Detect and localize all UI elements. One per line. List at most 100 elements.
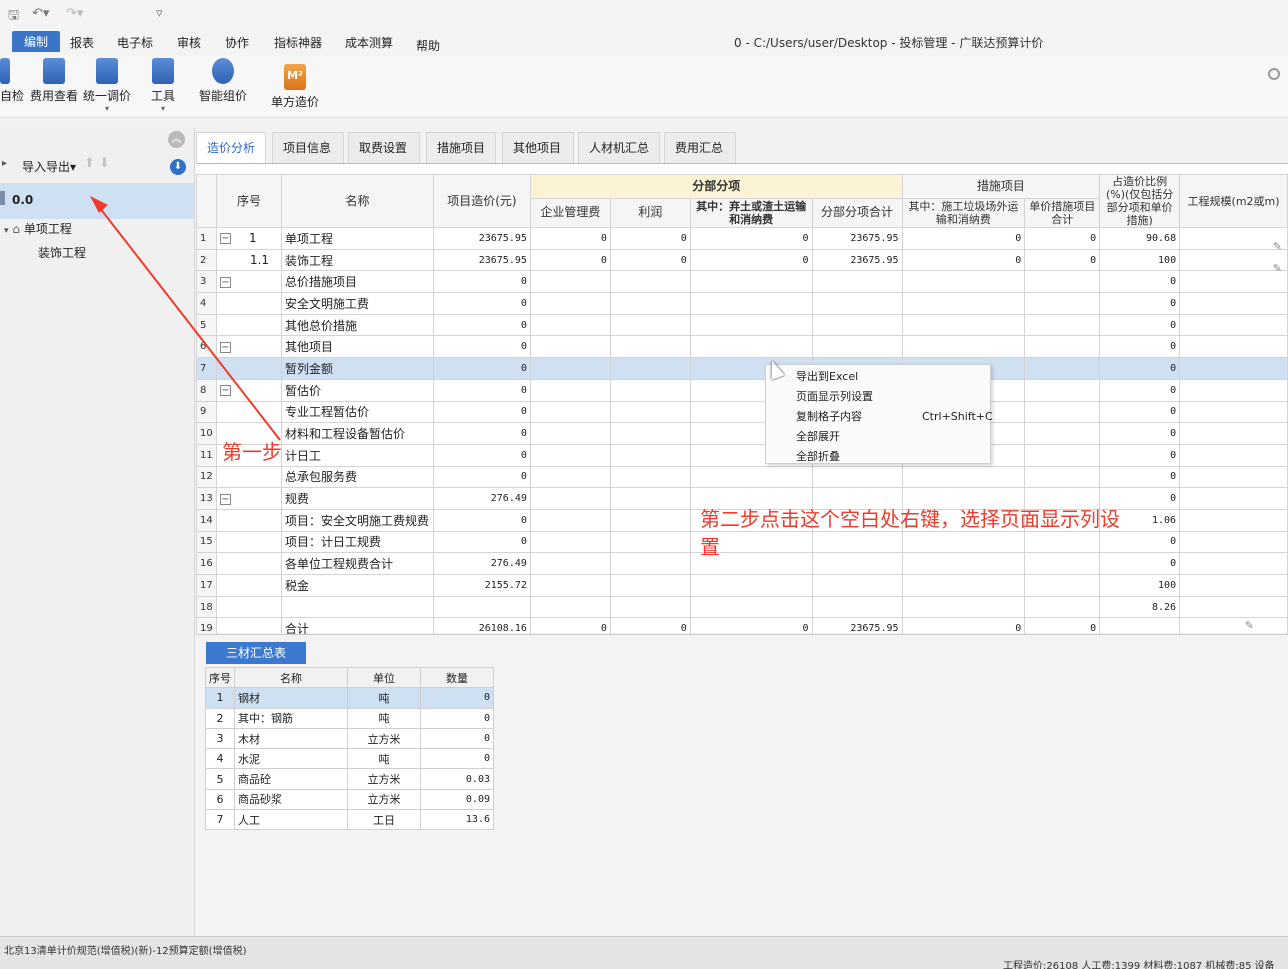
- cell-cost[interactable]: 276.49: [432, 552, 531, 575]
- cell-unit_total[interactable]: [1024, 443, 1101, 467]
- row-index[interactable]: 11: [196, 443, 217, 467]
- cell-cost[interactable]: 0: [432, 357, 531, 380]
- table-row[interactable]: 17 税金 2155.72 100: [196, 574, 1288, 597]
- row-toggle-icon[interactable]: −: [219, 233, 231, 245]
- mat-cell-qty[interactable]: 0: [420, 748, 494, 770]
- cell-scale[interactable]: [1179, 530, 1288, 554]
- table-row[interactable]: 3− 总价措施项目 0 0: [196, 270, 1288, 294]
- tab-fee-summary[interactable]: 费用汇总: [664, 132, 736, 163]
- tree-toggle-icon[interactable]: ▾: [4, 226, 9, 236]
- table-row[interactable]: 3 木材 立方米 0: [205, 727, 494, 750]
- mat-cell-name[interactable]: 钢材: [234, 687, 348, 709]
- cell-cost[interactable]: 0: [432, 292, 531, 315]
- tree-item-single-project[interactable]: ▾ ⌂ 单项工程: [4, 220, 72, 237]
- header-project-cost[interactable]: 项目造价(元): [432, 174, 531, 228]
- table-row[interactable]: 5 商品砼 立方米 0.03: [205, 768, 494, 790]
- cell-name[interactable]: 计日工: [280, 443, 434, 467]
- save-icon[interactable]: 🖫: [8, 6, 19, 28]
- cell-ratio[interactable]: 0: [1099, 443, 1181, 467]
- cell-seq[interactable]: [215, 508, 282, 532]
- cell-profit[interactable]: [609, 487, 691, 510]
- cell-mgmt[interactable]: [529, 487, 611, 510]
- cell-cost[interactable]: 0: [432, 313, 531, 337]
- cell-cost[interactable]: 0: [432, 508, 531, 532]
- tab-cost-analysis[interactable]: 造价分析: [196, 132, 266, 163]
- menu-expand-all[interactable]: 全部展开: [796, 428, 840, 444]
- cell-seq[interactable]: [215, 530, 282, 554]
- row-index[interactable]: 9: [196, 400, 217, 424]
- mat-cell-idx[interactable]: 6: [205, 788, 235, 811]
- cell-ratio[interactable]: 0: [1099, 313, 1181, 337]
- table-row[interactable]: 9 专业工程暂估价 0 0: [196, 400, 1288, 424]
- cell-mgmt[interactable]: [529, 552, 611, 575]
- cell-ratio[interactable]: 0: [1099, 465, 1181, 489]
- menu-edit[interactable]: 编制: [12, 31, 61, 52]
- tree-item-decoration[interactable]: 装饰工程: [38, 244, 86, 261]
- mat-cell-unit[interactable]: 立方米: [347, 768, 421, 790]
- row-index[interactable]: 10: [196, 422, 217, 445]
- cell-waste[interactable]: [689, 270, 813, 294]
- cell-unit_total[interactable]: [1024, 270, 1101, 294]
- cell-scale[interactable]: [1179, 443, 1288, 467]
- cell-seq[interactable]: [215, 313, 282, 337]
- menu-cost-estimate[interactable]: 成本测算: [345, 34, 393, 51]
- mat-header-qty[interactable]: 数量: [420, 666, 494, 689]
- cell-profit[interactable]: [609, 378, 691, 402]
- mat-cell-qty[interactable]: 0: [420, 687, 494, 709]
- cell-total[interactable]: [811, 292, 903, 315]
- cell-mgmt[interactable]: [529, 422, 611, 445]
- cell-profit[interactable]: [609, 357, 691, 380]
- cell-ratio[interactable]: 0: [1099, 292, 1181, 315]
- cell-cost[interactable]: 23675.95: [432, 248, 531, 272]
- cell-name[interactable]: 暂列金额: [280, 357, 434, 380]
- cell-name[interactable]: 材料和工程设备暂估价: [280, 422, 434, 445]
- menu-column-settings[interactable]: 页面显示列设置: [796, 388, 873, 404]
- smart-pricing-button[interactable]: 智能组价: [198, 56, 248, 104]
- cell-waste[interactable]: 0: [689, 248, 813, 272]
- cell-scale[interactable]: [1179, 313, 1288, 337]
- cell-total[interactable]: [811, 335, 903, 359]
- cell-seq[interactable]: −: [215, 335, 282, 359]
- menu-collapse-all[interactable]: 全部折叠: [796, 448, 840, 464]
- cell-mgmt[interactable]: 0: [529, 227, 611, 250]
- cell-seq[interactable]: −1: [215, 227, 282, 250]
- cell-total[interactable]: [811, 574, 903, 597]
- mat-cell-qty[interactable]: 13.6: [420, 809, 494, 831]
- table-row[interactable]: 7 暂列金额 0 0: [196, 357, 1288, 380]
- cell-ratio[interactable]: 100: [1099, 574, 1181, 597]
- mat-cell-unit[interactable]: 吨: [347, 687, 421, 709]
- mat-cell-name[interactable]: 商品砂浆: [234, 788, 348, 811]
- cell-profit[interactable]: [609, 530, 691, 554]
- tab-resource-summary[interactable]: 人材机汇总: [578, 132, 660, 163]
- cell-unit_total[interactable]: [1024, 400, 1101, 424]
- table-row[interactable]: 2 1.1 装饰工程 23675.95 0 0 0 23675.95 0 0 100: [196, 248, 1288, 272]
- cell-profit[interactable]: [609, 595, 691, 619]
- cell-mgmt[interactable]: [529, 292, 611, 315]
- cell-mgmt[interactable]: [529, 357, 611, 380]
- cell-unit_total[interactable]: [1024, 378, 1101, 402]
- cell-unit_total[interactable]: [1024, 292, 1101, 315]
- cost-analysis-grid[interactable]: 序号 名称 项目造价(元) 分部分项 措施项目 占造价比例(%)(仅包括分部分项…: [196, 163, 1288, 641]
- mat-cell-qty[interactable]: 0.09: [420, 788, 494, 811]
- cell-ratio[interactable]: 90.68: [1099, 227, 1181, 250]
- table-row[interactable]: 5 其他总价措施 0 0: [196, 313, 1288, 337]
- cell-mgmt[interactable]: [529, 530, 611, 554]
- row-index[interactable]: 7: [196, 357, 217, 380]
- cell-mgmt[interactable]: [529, 508, 611, 532]
- header-mgmt-fee[interactable]: 企业管理费: [529, 197, 611, 229]
- cell-ratio[interactable]: 0: [1099, 422, 1181, 445]
- cell-scale[interactable]: [1179, 357, 1288, 380]
- cell-name[interactable]: 其他项目: [280, 335, 434, 359]
- table-row[interactable]: 11 计日工 0 0: [196, 443, 1288, 467]
- cell-mgmt[interactable]: [529, 378, 611, 402]
- mat-header-name[interactable]: 名称: [234, 666, 348, 689]
- cell-seq[interactable]: [215, 357, 282, 380]
- cell-unit_total[interactable]: [1024, 335, 1101, 359]
- cell-ratio[interactable]: 0: [1099, 270, 1181, 294]
- header-garbage-fee[interactable]: 其中：施工垃圾场外运输和消纳费: [901, 197, 1026, 229]
- table-row[interactable]: 1−1 单项工程 23675.95 0 0 0 23675.95 0 0 90.68: [196, 227, 1288, 250]
- edit-pencil-icon[interactable]: ✎: [1245, 619, 1254, 632]
- cell-mgmt[interactable]: [529, 400, 611, 424]
- cell-ratio[interactable]: 0: [1099, 400, 1181, 424]
- cell-name[interactable]: 单项工程: [280, 227, 434, 250]
